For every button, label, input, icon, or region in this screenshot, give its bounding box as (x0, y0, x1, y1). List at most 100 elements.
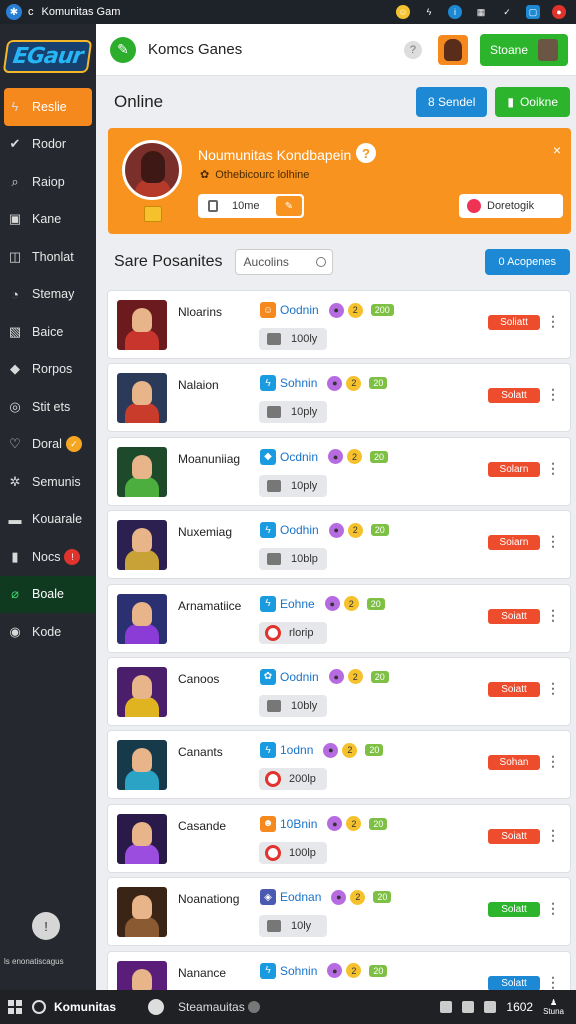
promo-subtitle: ✿ Othebicourc lolhine (200, 168, 309, 181)
more-vertical-icon[interactable]: ⋮ (546, 680, 560, 697)
sidebar-item-3[interactable]: ▣ Kane (0, 201, 96, 239)
game-action-button[interactable]: Soiarn (488, 535, 540, 551)
game-card[interactable]: Canants ϟ 1odnn ● 2 20 200lp Sohan ⋮ (107, 730, 571, 800)
game-thumbnail[interactable] (117, 300, 167, 350)
volume-icon[interactable] (484, 1001, 497, 1013)
sidebar-item-2[interactable]: ⌕ Raiop (0, 163, 96, 201)
search-icon[interactable] (32, 1000, 46, 1014)
notification-area[interactable]: ♟ Stuna (543, 998, 564, 1016)
chat-icon[interactable] (148, 999, 165, 1015)
clock[interactable]: 1602 (506, 1000, 533, 1014)
game-thumbnail[interactable] (117, 666, 167, 717)
sidebar-item-7[interactable]: ◆ Rorpos (0, 351, 96, 389)
wifi-icon[interactable] (440, 1001, 453, 1013)
game-action-button[interactable]: Solarn (488, 461, 540, 477)
game-action-button[interactable]: Soiatt (488, 681, 540, 697)
game-count-badge: 2 (347, 302, 363, 318)
sidebar-item-5[interactable]: ◔ Stemay (0, 276, 96, 314)
sidebar-item-13[interactable]: ⌀ Boale (0, 575, 96, 613)
game-thumbnail[interactable] (117, 887, 167, 938)
game-action-button[interactable]: Solatt (488, 388, 540, 404)
game-card[interactable]: Arnamatiice ϟ Eohne ● 2 20 rlorip Soiatt ⋮ (107, 583, 571, 653)
sidebar-item-label: Stemay (32, 287, 75, 302)
sidebar-item-12[interactable]: ▮ Nocs! (0, 538, 96, 576)
game-action-button[interactable]: Soiatt (488, 608, 540, 624)
start-icon[interactable] (8, 1000, 22, 1014)
edit-icon[interactable]: ✎ (110, 36, 136, 63)
game-ping-pill: 100lp (259, 841, 327, 864)
game-card[interactable]: Canoos ✿ Oodnin ● 2 20 10bly Soiatt ⋮ (107, 656, 571, 726)
more-vertical-icon[interactable]: ⋮ (546, 460, 560, 477)
game-card[interactable]: Casande ☻ 10Bnin ● 2 20 100lp Soiatt ⋮ (107, 803, 571, 873)
sidebar-nav: ϟ Reslie ✔ Rodor ⌕ Raiop ▣ Kane ◫ Thonlat ◔ Stemay ▧… (0, 88, 96, 651)
game-card[interactable]: Noanationg ◈ Eodnan ● 2 20 10ly Solatt ⋮ (107, 877, 571, 947)
game-stat-icon: ◆ (260, 448, 276, 465)
game-thumbnail[interactable] (117, 813, 167, 864)
taskbar-app-1[interactable]: Komunitas (54, 1000, 116, 1014)
camera-icon[interactable] (462, 1001, 475, 1013)
more-vertical-icon[interactable]: ⋮ (546, 827, 560, 844)
game-action-button[interactable]: Solatt (488, 902, 540, 918)
emoji-icon[interactable]: ☺ (396, 5, 410, 19)
sidebar-item-0[interactable]: ϟ Reslie (4, 88, 92, 126)
section-action-button[interactable]: 0 Acopenes (484, 249, 570, 275)
taskbar-app-2[interactable]: Steamauitas (178, 1000, 245, 1014)
game-thumbnail[interactable] (117, 740, 167, 791)
window-icon[interactable]: ▢ (526, 5, 540, 19)
header-profile-button[interactable]: Stoane (479, 33, 568, 66)
title-bar: ✱ c Komunitas Gam ☺ ϟ i ▦ ✓ ▢ ● (0, 0, 576, 24)
sidebar-item-4[interactable]: ◫ Thonlat (0, 238, 96, 276)
check-icon[interactable]: ✓ (500, 5, 514, 19)
more-vertical-icon[interactable]: ⋮ (546, 900, 560, 917)
promo-input[interactable]: 10me ✎ (198, 194, 304, 218)
game-thumbnail[interactable] (117, 446, 167, 497)
info-icon[interactable]: i (448, 5, 462, 19)
more-vertical-icon[interactable]: ⋮ (546, 753, 560, 770)
promo-action-button[interactable]: Doretogik (459, 194, 563, 218)
game-card[interactable]: Nalaion ϟ Sohnin ● 2 20 10ply Solatt ⋮ (107, 363, 571, 433)
close-icon[interactable]: × (553, 142, 561, 158)
game-thumbnail[interactable] (117, 520, 167, 571)
more-vertical-icon[interactable]: ⋮ (546, 974, 560, 991)
avatar-icon[interactable]: ● (552, 5, 566, 19)
more-vertical-icon[interactable]: ⋮ (546, 533, 560, 550)
game-action-button[interactable]: Soiatt (488, 828, 540, 844)
online-button[interactable]: ▮ Ooikne (495, 87, 570, 117)
game-level-badge: 20 (369, 964, 388, 977)
game-action-button[interactable]: Soliatt (488, 315, 540, 330)
sidebar-item-1[interactable]: ✔ Rodor (0, 126, 96, 164)
grid-icon[interactable]: ▦ (474, 5, 488, 19)
sidebar-item-8[interactable]: ◎ Stit ets (0, 388, 96, 426)
sidebar-item-9[interactable]: ♡ Doral ✓ (0, 426, 96, 464)
game-count-badge: 2 (347, 522, 363, 538)
avatar[interactable] (437, 34, 468, 65)
game-card[interactable]: Moanuniiag ◆ Ocdnin ● 2 20 10ply Solarn ⋮ (107, 436, 571, 506)
filter-input[interactable]: Aucolins (234, 249, 333, 275)
help-icon[interactable]: ? (356, 143, 376, 163)
sidebar-item-14[interactable]: ◉ Kode (0, 613, 96, 651)
game-stats: ϟ Eohne ● 2 20 (260, 595, 385, 612)
more-vertical-icon[interactable]: ⋮ (546, 607, 560, 624)
game-card[interactable]: Nloarins ☺ Oodnin ● 2 200 100ly Soliatt ⋮ (107, 290, 571, 359)
game-thumbnail[interactable] (117, 593, 167, 644)
gear-icon: ✲ (9, 473, 21, 489)
tag-icon[interactable]: ✎ (276, 196, 302, 216)
sidebar-item-11[interactable]: ▬ Kouarale (0, 501, 96, 539)
more-vertical-icon[interactable]: ⋮ (546, 386, 560, 403)
game-thumbnail[interactable] (117, 373, 167, 424)
send-button[interactable]: 8 Sendel (415, 87, 488, 117)
badge-icon (467, 199, 481, 213)
info-icon[interactable]: ! (32, 912, 60, 940)
more-vertical-icon[interactable]: ⋮ (546, 313, 560, 330)
bolt-icon[interactable]: ϟ (422, 5, 436, 19)
game-card[interactable]: Nuxemiag ϟ Oodhin ● 2 20 10blp Soiarn ⋮ (107, 510, 571, 580)
game-ping-pill: 10bly (259, 694, 327, 717)
clear-icon[interactable] (315, 257, 326, 267)
sidebar-item-6[interactable]: ▧ Baice (0, 313, 96, 351)
game-action-button[interactable]: Sohan (488, 755, 540, 771)
logo[interactable]: EGaur (0, 24, 96, 88)
game-name: Nalaion (178, 378, 219, 393)
sidebar-item-10[interactable]: ✲ Semunis (0, 463, 96, 501)
help-icon[interactable]: ? (403, 40, 422, 59)
game-action-button[interactable]: Solatt (488, 975, 540, 991)
